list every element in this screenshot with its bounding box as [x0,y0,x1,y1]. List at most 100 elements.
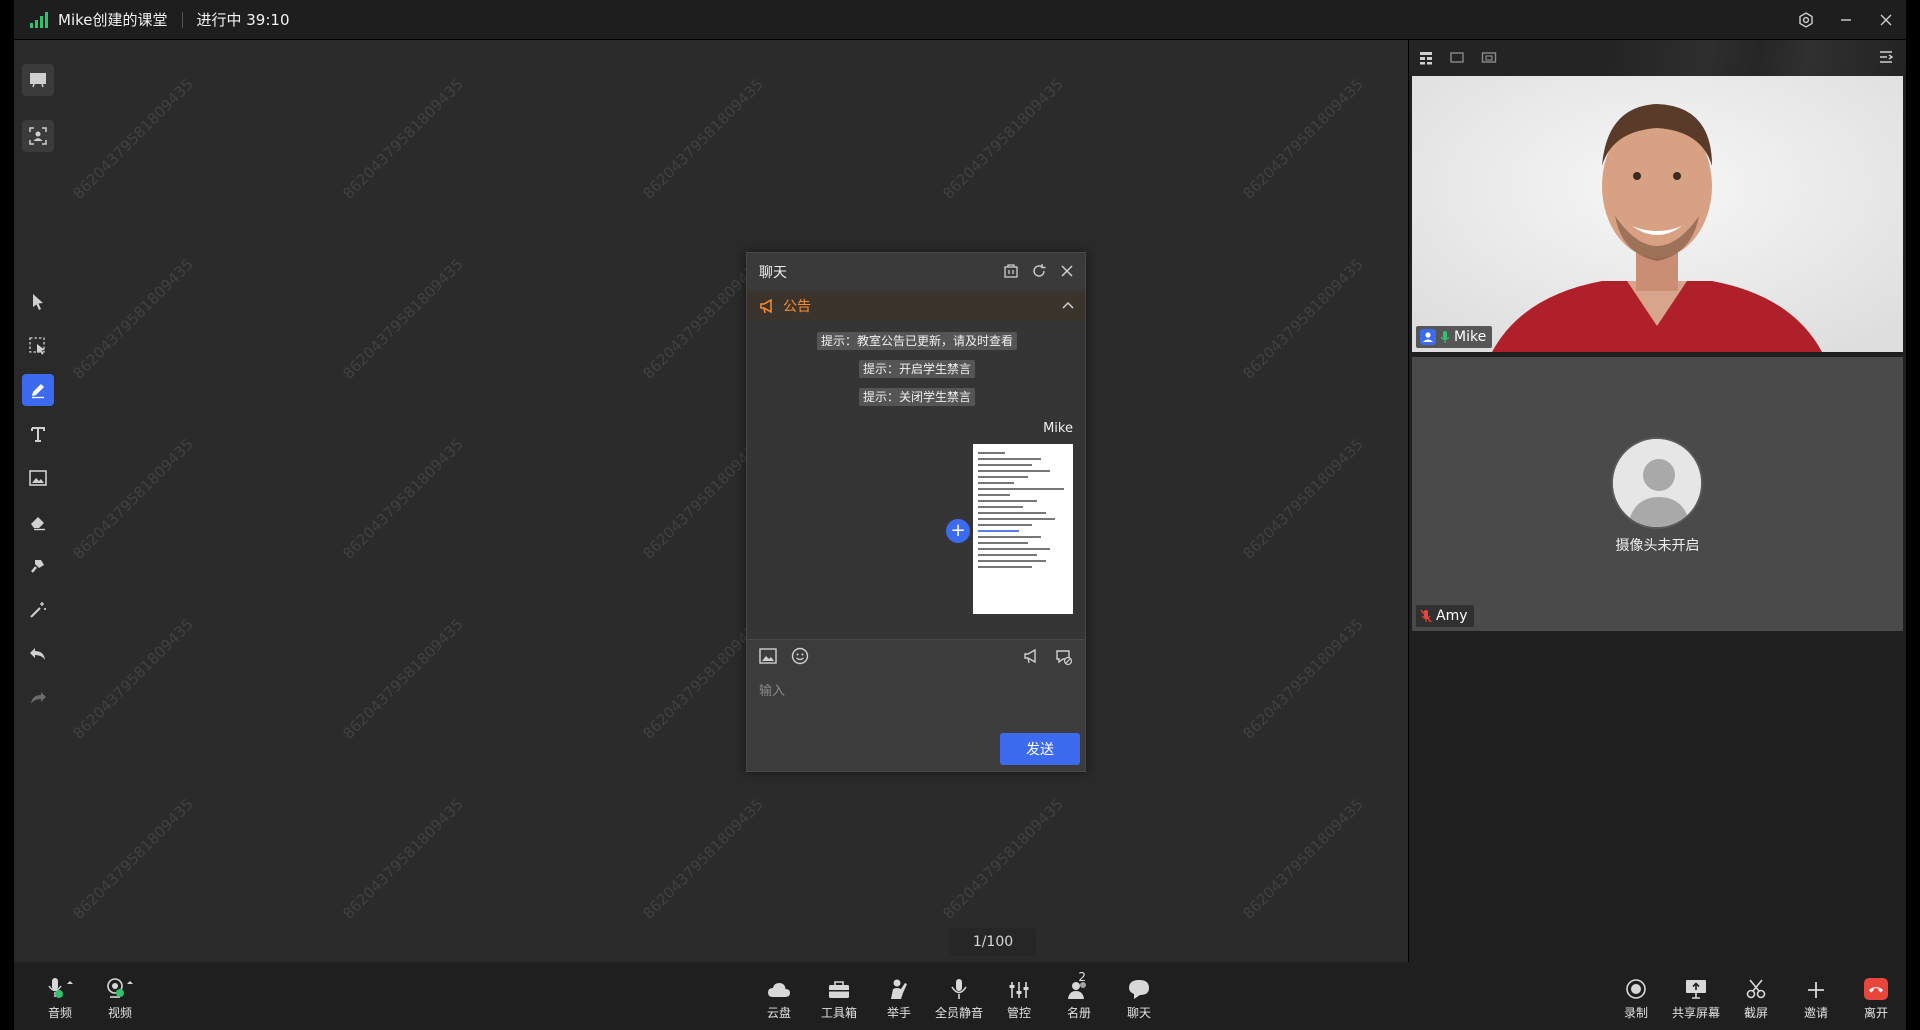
area-select-icon [29,337,45,355]
announcement-icon[interactable] [1023,648,1041,664]
microphone-icon [48,978,73,998]
record-button[interactable]: 录制 [1606,974,1666,1024]
video-panel: Mike 摄像头未开启 Amy [1409,40,1906,962]
chat-button[interactable]: 聊天 [1109,974,1169,1024]
magic-wand-icon [30,602,46,618]
eraser-icon [31,517,45,531]
add-icon[interactable]: + [946,519,970,543]
toolbox-button[interactable]: 工具箱 [809,974,869,1024]
cloud-drive-button[interactable]: 云盘 [749,974,809,1024]
text-icon [31,427,45,442]
area-select-tool[interactable] [22,330,54,362]
speaker-layout-icon[interactable] [1481,51,1497,65]
raise-hand-button[interactable]: 举手 [869,974,929,1024]
share-screen-button[interactable]: 共享屏幕 [1666,974,1726,1024]
laser-tool[interactable] [22,594,54,626]
watermark: 86204379581809435 [69,435,197,563]
pen-tool[interactable] [22,374,54,406]
chat-input-area: 输入 发送 [747,639,1085,771]
video-tile-mike[interactable]: Mike [1412,76,1903,352]
megaphone-icon [760,298,772,314]
clear-icon[interactable] [1003,263,1019,279]
settings-icon [1799,11,1813,28]
invite-icon [1808,982,1824,998]
watermark: 86204379581809435 [639,75,767,203]
refresh-icon[interactable] [1031,263,1047,279]
collapse-panel-icon[interactable] [1878,49,1894,65]
leave-button[interactable]: 离开 [1846,974,1906,1024]
signal-strength-icon [30,11,48,28]
screen-layout-icon[interactable] [1449,51,1465,65]
roster-button[interactable]: 2 名册 [1049,970,1109,1024]
eraser-tool[interactable] [22,506,54,538]
minimize-icon [1841,18,1851,21]
watermark: 86204379581809435 [69,795,197,923]
face-scan-icon [29,127,47,145]
chevron-up-icon[interactable] [1061,299,1075,313]
video-tile-amy[interactable]: 摄像头未开启 Amy [1412,357,1903,631]
close-icon [1880,14,1892,25]
board-icon [30,73,46,88]
class-title: Mike创建的课堂 [58,11,168,29]
board-list-button[interactable] [22,64,54,96]
watermark: 86204379581809435 [939,795,1067,923]
grid-layout-icon[interactable] [1419,51,1433,65]
mute-all-button[interactable]: 全员静音 [929,974,989,1024]
announcement-bar[interactable]: 公告 [747,291,1085,321]
participant-name: Amy [1436,608,1468,624]
chat-header: 聊天 [747,253,1085,291]
mute-chat-icon[interactable] [1055,648,1073,666]
whiteboard-canvas[interactable]: 86204379581809435 86204379581809435 8620… [62,40,1408,962]
watermark: 86204379581809435 [339,75,467,203]
control-icon [1009,982,1029,998]
watermark: 86204379581809435 [339,255,467,383]
watermark: 86204379581809435 [1239,255,1367,383]
close-icon[interactable] [1059,263,1075,279]
participant-nametag: Mike [1416,326,1493,348]
send-button[interactable]: 发送 [1000,733,1080,765]
settings-button[interactable] [1786,0,1826,39]
announcement-label: 公告 [783,299,811,315]
system-message: 提示：开启学生禁言 [747,358,1087,378]
screenshot-button[interactable]: 截屏 [1726,974,1786,1024]
watermark: 86204379581809435 [69,75,197,203]
cloud-icon [768,983,790,997]
system-message: 提示：关闭学生禁言 [747,386,1087,406]
camera-off-text: 摄像头未开启 [1615,538,1700,554]
text-tool[interactable] [22,418,54,450]
watermark: 86204379581809435 [1239,435,1367,563]
watermark: 86204379581809435 [1239,75,1367,203]
recognize-button[interactable] [22,120,54,152]
default-avatar-icon [1611,437,1703,529]
invite-button[interactable]: 邀请 [1786,974,1846,1024]
whiteboard-toolbar [14,40,62,962]
emoji-icon[interactable] [791,647,809,665]
image-tool[interactable] [22,462,54,494]
cursor-icon [33,294,43,310]
redo-button[interactable] [22,682,54,714]
title-divider [181,11,183,28]
audio-button[interactable]: 音频 [30,974,90,1024]
microphone-on-icon [1440,331,1450,343]
watermark: 86204379581809435 [339,615,467,743]
toolbox-icon [829,981,849,998]
select-tool[interactable] [22,286,54,318]
chat-input-field[interactable]: 输入 [759,680,1085,699]
image-icon[interactable] [759,648,777,664]
watermark: 86204379581809435 [939,75,1067,203]
brush-tool[interactable] [22,550,54,582]
document-thumbnail[interactable] [973,444,1073,614]
page-indicator[interactable]: 1/100 [950,928,1036,956]
close-window-button[interactable] [1866,0,1906,39]
record-icon [1626,979,1646,999]
image-icon [29,470,47,486]
control-button[interactable]: 管控 [989,974,1049,1024]
watermark: 86204379581809435 [69,255,197,383]
video-button[interactable]: 视频 [90,974,150,1024]
title-bar: Mike创建的课堂 进行中 39:10 [14,0,1906,39]
participant-name: Mike [1454,329,1487,345]
chat-dialog: 聊天 公告 提示：教室公告已更新，请及时查看 提示：开启学生禁言 提示：关闭学生… [746,252,1086,772]
redo-icon [31,692,46,704]
minimize-button[interactable] [1826,0,1866,39]
undo-button[interactable] [22,638,54,670]
